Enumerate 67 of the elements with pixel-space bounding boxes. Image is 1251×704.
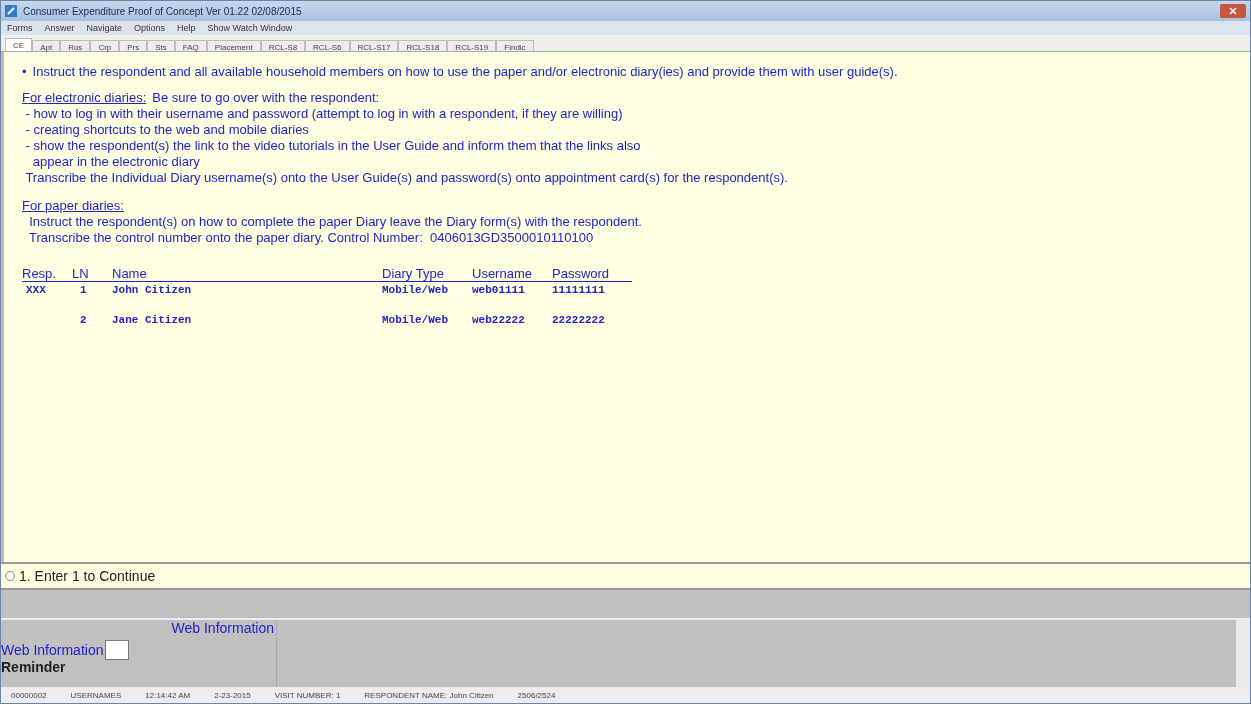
menu-item[interactable]: Navigate xyxy=(86,23,123,33)
instruction-text: - creating shortcuts to the web and mobile diaries xyxy=(24,122,310,138)
tab[interactable]: Crp xyxy=(90,40,120,51)
status-text: 12:14:42 AM xyxy=(145,690,191,700)
tab[interactable]: RCL-S8 xyxy=(260,40,306,51)
instruction-text: - how to log in with their username and password (attempt to log in with a respondent, if they are willing) xyxy=(24,106,624,122)
table-cell-text: Mobile/Web xyxy=(382,313,449,328)
field-label: Web Information xyxy=(1,642,104,658)
status-text: 2506/2524 xyxy=(517,690,556,700)
table-cell-text: 2 xyxy=(79,313,88,328)
tab[interactable]: RCL-S19 xyxy=(447,40,497,51)
input-field[interactable] xyxy=(105,640,130,660)
status-text: 2-23-2015 xyxy=(214,690,251,700)
instruction-text: Transcribe the control number onto the paper diary. Control Number: 0406013GD3500010110100 xyxy=(28,230,595,246)
tab[interactable]: Sts xyxy=(147,40,175,51)
tab[interactable]: Ros xyxy=(60,40,91,51)
status-text: RESPONDENT NAME: John Citizen xyxy=(364,690,494,700)
tab[interactable]: Prs xyxy=(119,40,148,51)
section-heading: For electronic diaries: xyxy=(22,90,147,106)
table-cell-text: 1 xyxy=(79,283,88,298)
table-cell-text: web01111 xyxy=(472,283,526,298)
table-cell-text: Mobile/Web xyxy=(382,283,449,298)
section-heading: For paper diaries: xyxy=(22,198,124,213)
menu-item[interactable]: Forms xyxy=(7,23,33,33)
table-cell-text: 22222222 xyxy=(552,313,606,328)
status-text: USERNAMES xyxy=(70,690,122,700)
column-header: Resp. xyxy=(22,266,72,282)
tab[interactable]: RCL-S17 xyxy=(349,40,399,51)
table-cell-text: John Citizen xyxy=(112,283,193,298)
column-header: LN xyxy=(72,266,112,282)
tab[interactable]: Apt xyxy=(32,40,61,51)
window-title: Consumer Expenditure Proof of Concept Ver 01.22 02/08/2015 xyxy=(23,5,303,17)
menu-item[interactable]: Options xyxy=(134,23,166,33)
menu-item[interactable]: Answer xyxy=(44,23,75,33)
table-cell-text: Jane Citizen xyxy=(112,313,193,328)
status-text: VISIT NUMBER: 1 xyxy=(274,690,341,700)
status-text: 00000002 xyxy=(11,690,47,700)
table-cell-text: 11111111 xyxy=(552,283,606,298)
instruction-text: Instruct the respondent(s) on how to complete the paper Diary leave the Diary form(s) with the respondent. xyxy=(28,214,643,230)
instruction-text: Instruct the respondent and all available household members on how to use the paper and/or electronic diary(ies) and provide them with user guide(s). xyxy=(32,64,898,80)
instruction-text: - show the respondent(s) the link to the video tutorials in the User Guide and inform them that the links also xyxy=(24,138,642,154)
app-icon xyxy=(5,5,17,17)
field-label: Reminder xyxy=(1,660,67,674)
section-header: Web Information xyxy=(171,620,275,636)
column-header: Diary Type xyxy=(382,266,472,282)
close-icon xyxy=(1229,7,1237,15)
menu-item[interactable]: Show Watch Window xyxy=(207,23,293,33)
column-header: Name xyxy=(112,266,382,282)
table-cell-text: XXX xyxy=(25,283,47,298)
close-button[interactable] xyxy=(1220,4,1246,18)
table-cell-text: web22222 xyxy=(472,313,526,328)
tab[interactable]: Findic xyxy=(496,40,534,51)
radio-button[interactable] xyxy=(5,571,15,581)
column-header: Username xyxy=(472,266,552,282)
instruction-text: Be sure to go over with the respondent: xyxy=(152,90,380,106)
scrollbar[interactable] xyxy=(1236,620,1250,687)
tab[interactable]: FAQ xyxy=(174,40,207,51)
tab[interactable]: RCL-S6 xyxy=(305,40,350,51)
menu-item[interactable]: Help xyxy=(177,23,196,33)
answer-option[interactable]: 1. Enter 1 to Continue xyxy=(19,568,156,584)
instruction-text: appear in the electronic diary xyxy=(31,154,201,170)
instruction-text: Transcribe the Individual Diary username(s) onto the User Guide(s) and password(s) onto appointment card(s) for the respondent(s). xyxy=(24,170,789,186)
tab[interactable]: CE xyxy=(5,38,33,51)
column-header: Password xyxy=(552,266,632,282)
tab[interactable]: Placement xyxy=(206,40,261,51)
tab[interactable]: RCL-S18 xyxy=(398,40,448,51)
bullet: • xyxy=(22,64,27,80)
